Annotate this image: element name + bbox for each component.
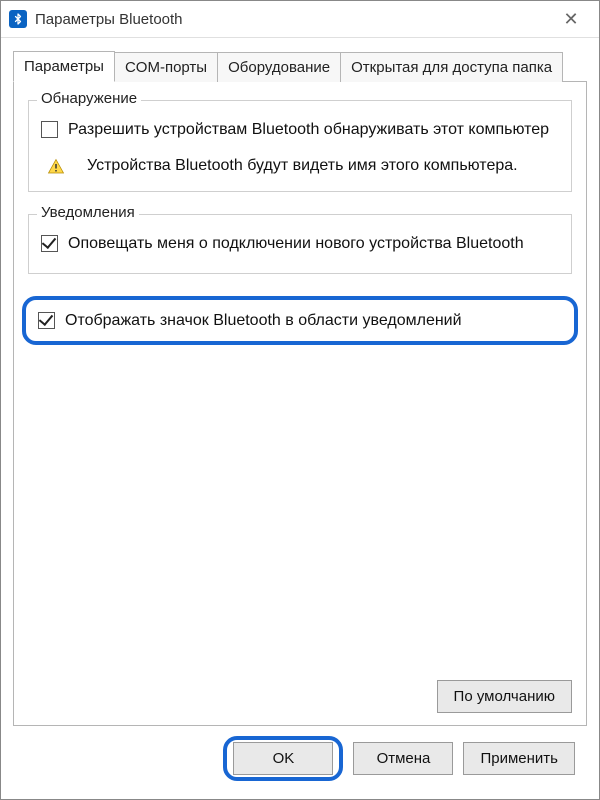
cancel-button[interactable]: Отмена [353,742,453,775]
row-notify-connect[interactable]: Оповещать меня о подключении нового устр… [41,233,559,255]
tab-shared-folder[interactable]: Открытая для доступа папка [340,52,563,82]
dialog-footer: OK Отмена Применить [13,726,587,791]
tab-com-ports[interactable]: COM-порты [114,52,218,82]
highlight-ok: OK [223,736,343,781]
tab-hardware[interactable]: Оборудование [217,52,341,82]
ok-button[interactable]: OK [233,742,333,775]
label-allow-discovery: Разрешить устройствам Bluetooth обнаружи… [68,119,559,141]
tab-strip: Параметры COM-порты Оборудование Открыта… [13,50,587,81]
group-discovery-title: Обнаружение [37,90,141,107]
panel-spacer [28,353,572,680]
checkbox-show-tray-icon[interactable] [38,312,55,329]
close-icon[interactable]: ✕ [551,10,591,28]
tab-options[interactable]: Параметры [13,51,115,82]
window-title: Параметры Bluetooth [35,11,551,28]
tab-panel-options: Обнаружение Разрешить устройствам Blueto… [13,81,587,726]
apply-button[interactable]: Применить [463,742,575,775]
row-show-tray-icon[interactable]: Отображать значок Bluetooth в области ув… [38,310,562,332]
group-notifications-title: Уведомления [37,204,139,221]
group-discovery: Обнаружение Разрешить устройствам Blueto… [28,100,572,192]
discovery-info-row: Устройства Bluetooth будут видеть имя эт… [41,155,559,177]
label-show-tray-icon: Отображать значок Bluetooth в области ув… [65,310,562,332]
defaults-row: По умолчанию [28,680,572,713]
warning-icon [47,158,65,176]
bluetooth-icon [9,10,27,28]
checkbox-notify-connect[interactable] [41,235,58,252]
highlight-show-tray: Отображать значок Bluetooth в области ув… [22,296,578,346]
row-allow-discovery[interactable]: Разрешить устройствам Bluetooth обнаружи… [41,119,559,141]
group-notifications: Уведомления Оповещать меня о подключении… [28,214,572,274]
checkbox-allow-discovery[interactable] [41,121,58,138]
bluetooth-settings-window: Параметры Bluetooth ✕ Параметры COM-порт… [0,0,600,800]
client-area: Параметры COM-порты Оборудование Открыта… [1,38,599,799]
label-notify-connect: Оповещать меня о подключении нового устр… [68,233,559,255]
discovery-info-text: Устройства Bluetooth будут видеть имя эт… [87,155,559,177]
titlebar: Параметры Bluetooth ✕ [1,1,599,38]
defaults-button[interactable]: По умолчанию [437,680,572,713]
